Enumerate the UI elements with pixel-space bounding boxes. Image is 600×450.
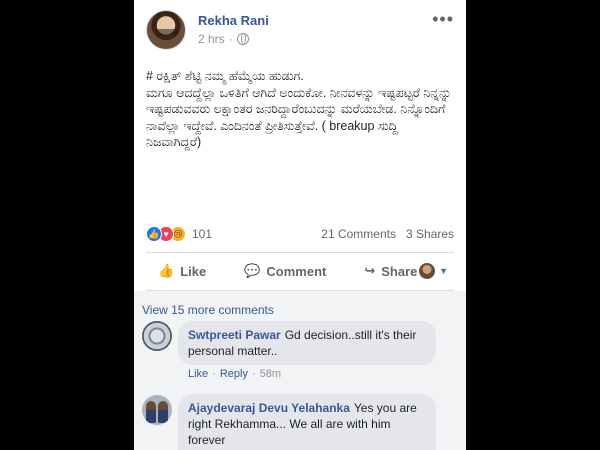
like-reaction-icon: 👍 [146, 226, 162, 242]
comment-bubble: Ajaydevaraj Devu Yelahanka Yes you are ri… [178, 394, 436, 450]
action-separator: · [251, 368, 256, 380]
comment-button[interactable]: 💬 Comment [244, 263, 326, 279]
commenter-name[interactable]: Swtpreeti Pawar [188, 328, 281, 342]
engagement-stats: 21 Comments 3 Shares [321, 227, 454, 241]
facebook-post-card: Rekha Rani 2 hrs · ••• # ರಕ್ಷಿತ್ ಶೆಟ್ಟಿ … [134, 0, 466, 450]
reaction-summary: 👍 ♥ 😢 101 21 Comments 3 Shares [146, 224, 454, 244]
post-header: Rekha Rani 2 hrs · ••• [146, 10, 454, 50]
more-options-icon[interactable]: ••• [432, 10, 454, 28]
share-arrow-icon: ↪ [364, 263, 376, 278]
chevron-down-icon: ▼ [439, 266, 448, 276]
comment-label: Comment [266, 263, 327, 279]
post-meta: 2 hrs · [198, 32, 249, 46]
share-button[interactable]: ↪ Share [364, 263, 417, 279]
like-label: Like [180, 263, 207, 279]
comment-reply-link[interactable]: Reply [220, 368, 248, 380]
reaction-count[interactable]: 101 [192, 227, 212, 241]
reaction-icons[interactable]: 👍 ♥ 😢 [146, 226, 186, 242]
comments-section: View 15 more comments Swtpreeti Pawar Gd … [134, 291, 466, 450]
share-label: Share [381, 263, 418, 279]
post-time[interactable]: 2 hrs [198, 32, 225, 46]
commenter-avatar[interactable] [142, 395, 172, 425]
post-text: # ರಕ್ಷಿತ್ ಶೆಟ್ಟಿ ನಮ್ಮ ಹೆಮ್ಮೆಯ ಹುಡುಗ. ಮಗೂ… [146, 69, 452, 149]
commenter-name[interactable]: Ajaydevaraj Devu Yelahanka [188, 401, 350, 415]
comments-count[interactable]: 21 Comments [321, 227, 396, 241]
meta-separator: · [228, 32, 233, 46]
view-more-comments-link[interactable]: View 15 more comments [142, 303, 274, 317]
like-button[interactable]: 👍 Like [158, 263, 206, 279]
shares-count[interactable]: 3 Shares [406, 227, 454, 241]
comment-time[interactable]: 58m [260, 368, 281, 380]
user-avatar-icon [419, 263, 436, 279]
divider [146, 252, 454, 253]
action-separator: · [212, 368, 216, 380]
author-avatar[interactable] [146, 10, 186, 50]
comment-bubble: Swtpreeti Pawar Gd decision..still it's t… [178, 321, 436, 365]
author-name[interactable]: Rekha Rani [198, 13, 269, 28]
comment-actions: Like · Reply · 58m [188, 368, 281, 380]
thumbs-up-icon: 👍 [158, 263, 175, 278]
globe-icon[interactable] [236, 33, 249, 45]
comment-like-link[interactable]: Like [188, 368, 208, 380]
comment-bubble-icon: 💬 [244, 263, 261, 278]
commenter-avatar[interactable] [142, 321, 172, 351]
action-bar: 👍 Like 💬 Comment ↪ Share ▼ [146, 256, 454, 286]
audience-selector[interactable]: ▼ [419, 263, 448, 279]
